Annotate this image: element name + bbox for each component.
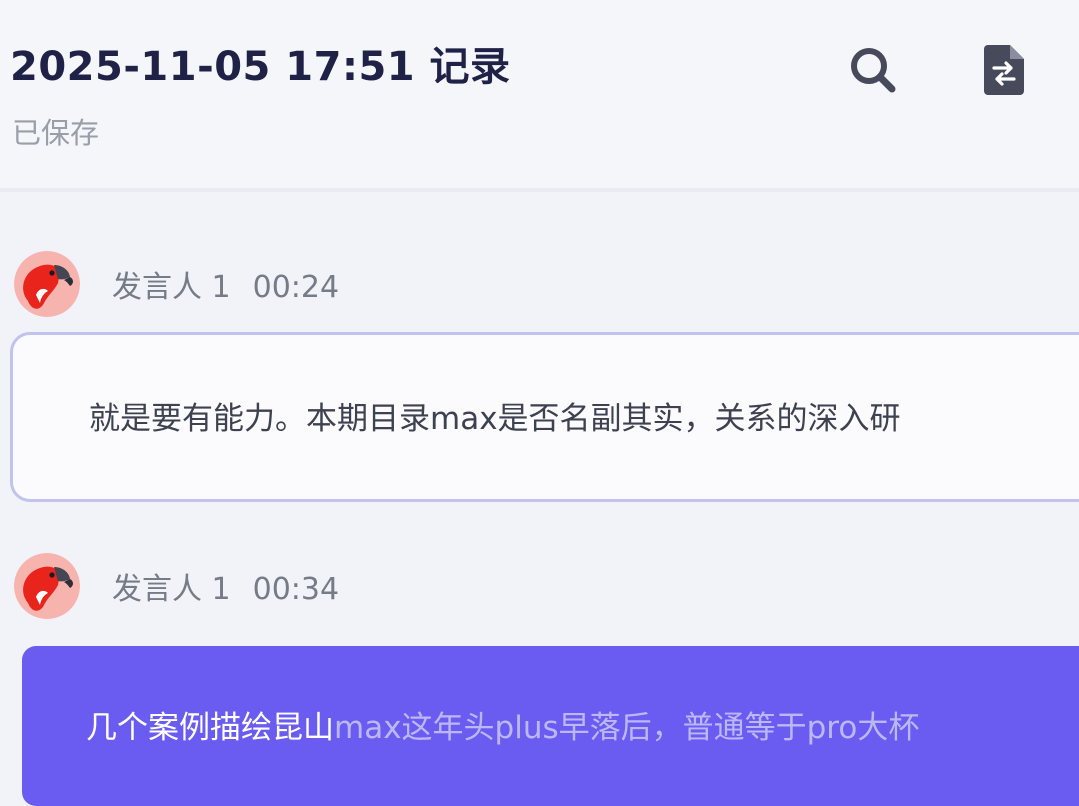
speaker-row: 发言人 1 00:34 [14,553,339,619]
parrot-avatar-icon [14,553,80,619]
page-title: 2025-11-05 17:51 记录 [10,44,511,90]
speaker-name: 发言人 1 [112,572,231,607]
transcript-text-unplayed: max这年头plus早落后，普通等于pro大杯 [334,710,920,746]
header-divider [0,188,1079,192]
transcript-bubble[interactable]: 就是要有能力。本期目录max是否名副其实，关系的深入研 [10,332,1079,502]
search-button[interactable] [843,40,903,100]
transcript-text-played: 几个案例描绘昆山 [86,710,334,746]
transcript-bubble-active[interactable]: 几个案例描绘昆山max这年头plus早落后，普通等于pro大杯 [22,646,1079,806]
parrot-avatar-icon [14,251,80,317]
speaker-row: 发言人 1 00:24 [14,251,339,317]
header-bar: 2025-11-05 17:51 记录 已保存 [0,0,1079,188]
speaker-meta: 发言人 1 00:34 [112,564,339,608]
transcript-text: 就是要有能力。本期目录max是否名副其实，关系的深入研 [89,401,901,437]
speaker-avatar[interactable] [14,251,80,317]
speaker-meta: 发言人 1 00:24 [112,262,339,306]
speaker-name: 发言人 1 [112,270,231,305]
speaker-timestamp[interactable]: 00:34 [253,572,339,607]
save-status: 已保存 [12,116,100,150]
speaker-timestamp[interactable]: 00:24 [253,270,339,305]
search-icon [851,48,896,93]
speaker-avatar[interactable] [14,553,80,619]
document-swap-icon [984,45,1024,95]
switch-document-button[interactable] [974,40,1034,100]
